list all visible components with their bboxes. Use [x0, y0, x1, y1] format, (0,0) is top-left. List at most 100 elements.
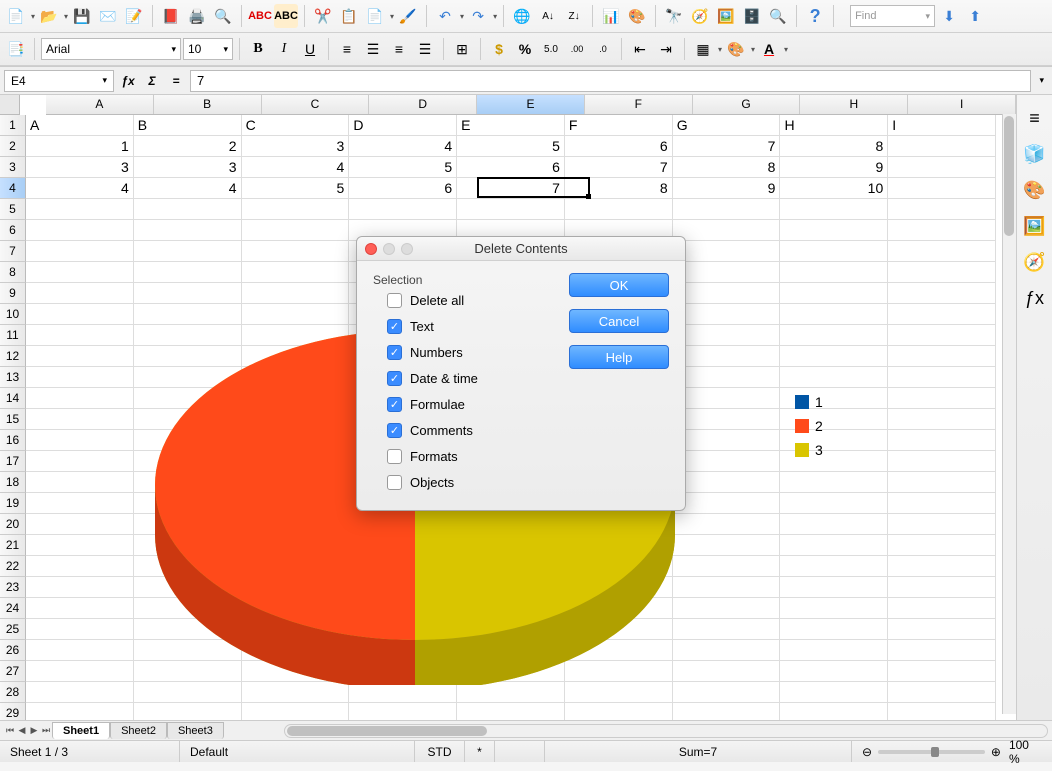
email-icon[interactable]: ✉️	[96, 4, 120, 28]
font-size-select[interactable]: 10 ▾	[183, 38, 233, 60]
cell[interactable]	[26, 262, 134, 283]
cell[interactable]: 5	[242, 178, 350, 199]
checkbox-icon[interactable]: ✓	[387, 319, 402, 334]
cell[interactable]	[673, 367, 781, 388]
checkbox-option[interactable]: ✓Numbers	[387, 345, 549, 360]
cell[interactable]	[780, 493, 888, 514]
cell[interactable]	[242, 514, 350, 535]
navigator-panel-icon[interactable]: 🧭	[1022, 249, 1048, 275]
cell[interactable]: 6	[565, 136, 673, 157]
row-header[interactable]: 11	[0, 325, 26, 346]
close-icon[interactable]	[365, 243, 377, 255]
borders-icon[interactable]: ▦	[691, 37, 715, 61]
autospell-icon[interactable]: ABC	[274, 4, 298, 28]
cell[interactable]	[134, 367, 242, 388]
cell[interactable]	[134, 619, 242, 640]
row-header[interactable]: 4	[0, 178, 26, 199]
cell-reference-input[interactable]: E4 ▾	[4, 70, 114, 92]
cell[interactable]	[242, 409, 350, 430]
row-header[interactable]: 25	[0, 619, 26, 640]
cell[interactable]	[888, 409, 996, 430]
cell[interactable]	[780, 262, 888, 283]
cell[interactable]	[26, 472, 134, 493]
cell[interactable]	[780, 241, 888, 262]
zoom-slider[interactable]	[878, 750, 985, 754]
row-header[interactable]: 7	[0, 241, 26, 262]
remove-decimal-icon[interactable]: .0	[591, 37, 615, 61]
open-dropdown[interactable]: ▾	[64, 12, 68, 21]
checkbox-option[interactable]: ✓Formulae	[387, 397, 549, 412]
cell[interactable]	[134, 199, 242, 220]
cell[interactable]	[134, 325, 242, 346]
gallery-icon[interactable]: 🖼️	[714, 4, 738, 28]
cell[interactable]: 5	[457, 136, 565, 157]
cell[interactable]	[565, 640, 673, 661]
functions-panel-icon[interactable]: ƒx	[1022, 285, 1048, 311]
cell[interactable]	[26, 514, 134, 535]
borders-dropdown[interactable]: ▾	[718, 45, 722, 54]
cell[interactable]	[26, 346, 134, 367]
cell[interactable]: 4	[26, 178, 134, 199]
gallery-panel-icon[interactable]: 🖼️	[1022, 213, 1048, 239]
sheet-tab[interactable]: Sheet2	[110, 722, 167, 739]
cell[interactable]: 4	[242, 157, 350, 178]
row-header[interactable]: 14	[0, 388, 26, 409]
open-icon[interactable]: 📂	[37, 4, 61, 28]
cell[interactable]	[26, 409, 134, 430]
cell[interactable]	[673, 619, 781, 640]
cell[interactable]: 5	[349, 157, 457, 178]
cell[interactable]	[134, 472, 242, 493]
cell[interactable]	[780, 598, 888, 619]
checkbox-icon[interactable]: ✓	[387, 345, 402, 360]
zoom-in-icon[interactable]: ⊕	[991, 745, 1001, 759]
cell[interactable]	[457, 514, 565, 535]
cell[interactable]	[134, 598, 242, 619]
column-header[interactable]: G	[693, 95, 801, 114]
print-icon[interactable]: 🖨️	[185, 4, 209, 28]
cell[interactable]	[242, 283, 350, 304]
cell[interactable]	[242, 325, 350, 346]
cell[interactable]	[349, 661, 457, 682]
font-name-select[interactable]: Arial ▾	[41, 38, 181, 60]
edit-icon[interactable]: 📝	[122, 4, 146, 28]
cell[interactable]	[673, 598, 781, 619]
cell[interactable]	[565, 535, 673, 556]
row-header[interactable]: 2	[0, 136, 26, 157]
align-right-icon[interactable]: ≡	[387, 37, 411, 61]
cell[interactable]	[673, 703, 781, 720]
ok-button[interactable]: OK	[569, 273, 669, 297]
bgcolor-icon[interactable]: 🎨	[724, 37, 748, 61]
select-all-corner[interactable]	[0, 95, 20, 115]
underline-icon[interactable]: U	[298, 37, 322, 61]
cell[interactable]	[673, 661, 781, 682]
status-mode[interactable]: STD	[415, 741, 465, 762]
new-doc-icon[interactable]: 📄	[4, 4, 28, 28]
cell[interactable]	[673, 556, 781, 577]
cell[interactable]	[673, 220, 781, 241]
cell[interactable]: 4	[134, 178, 242, 199]
cell[interactable]: I	[888, 115, 996, 136]
preview-icon[interactable]: 🔍	[211, 4, 235, 28]
cell[interactable]	[457, 598, 565, 619]
cell[interactable]	[888, 304, 996, 325]
cell[interactable]	[457, 556, 565, 577]
cell[interactable]: H	[780, 115, 888, 136]
cell[interactable]	[780, 703, 888, 720]
cell[interactable]	[780, 367, 888, 388]
cell[interactable]	[673, 346, 781, 367]
sum-icon[interactable]: Σ	[142, 71, 162, 91]
cell[interactable]	[673, 388, 781, 409]
checkbox-icon[interactable]: ✓	[387, 423, 402, 438]
cell[interactable]	[26, 325, 134, 346]
cell[interactable]	[134, 388, 242, 409]
cell[interactable]: G	[673, 115, 781, 136]
cell[interactable]: 1	[26, 136, 134, 157]
fontcolor-icon[interactable]: A	[757, 37, 781, 61]
cell[interactable]	[134, 556, 242, 577]
cell[interactable]	[242, 640, 350, 661]
cell[interactable]: 2	[134, 136, 242, 157]
cell[interactable]	[242, 661, 350, 682]
checkbox-icon[interactable]: ✓	[387, 397, 402, 412]
row-header[interactable]: 17	[0, 451, 26, 472]
status-sum[interactable]: Sum=7	[545, 741, 852, 762]
